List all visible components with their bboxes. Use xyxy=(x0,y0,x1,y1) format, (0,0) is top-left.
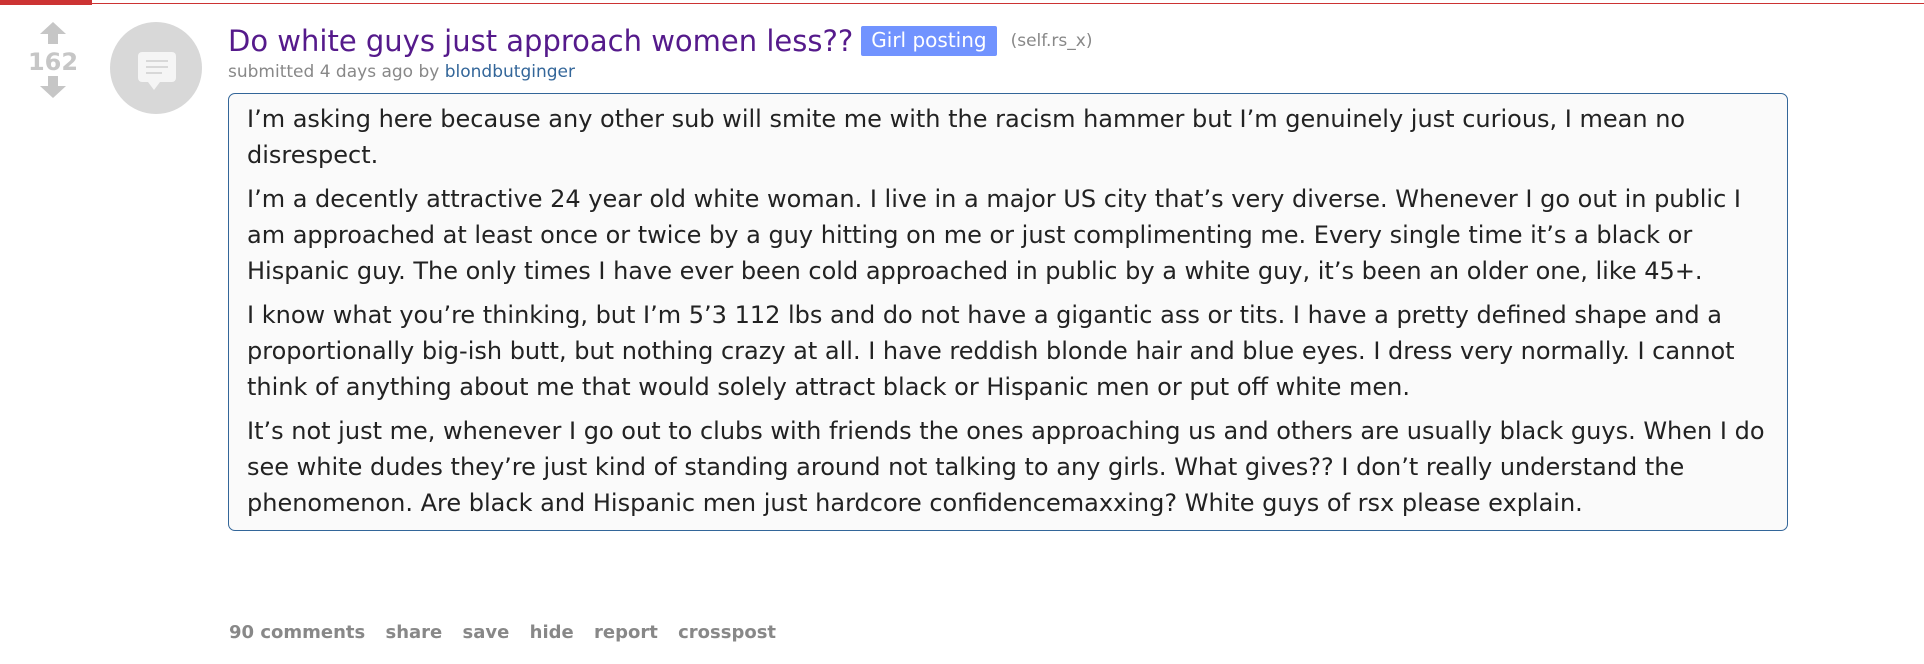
author-link[interactable]: blondbutginger xyxy=(445,62,575,82)
post-actions: 90 comments share save hide report cross… xyxy=(229,622,790,643)
crosspost-button[interactable]: crosspost xyxy=(678,622,776,643)
submitted-label: submitted xyxy=(228,62,320,82)
post: 162 Do white guys just approach women le… xyxy=(0,0,1924,664)
downvote-arrow-icon[interactable] xyxy=(40,76,66,98)
post-time: 4 days ago xyxy=(319,62,414,82)
body-paragraph: It’s not just me, whenever I go out to c… xyxy=(247,417,1765,517)
body-paragraph: I’m asking here because any other sub wi… xyxy=(247,105,1686,169)
post-body: I’m asking here because any other sub wi… xyxy=(228,93,1788,531)
post-domain[interactable]: (self.rs_x) xyxy=(1011,31,1093,51)
self-post-thumbnail[interactable] xyxy=(110,22,202,114)
post-title[interactable]: Do white guys just approach women less?? xyxy=(228,24,853,58)
vote-box: 162 xyxy=(24,22,82,98)
comments-link[interactable]: 90 comments xyxy=(229,622,365,643)
link-flair[interactable]: Girl posting xyxy=(861,26,997,56)
report-button[interactable]: report xyxy=(594,622,658,643)
body-paragraph: I know what you’re thinking, but I’m 5’3… xyxy=(247,301,1735,401)
share-button[interactable]: share xyxy=(386,622,443,643)
by-label: by xyxy=(413,62,445,82)
tagline: submitted 4 days ago by blondbutginger xyxy=(228,62,575,82)
hide-button[interactable]: hide xyxy=(530,622,574,643)
body-paragraph: I’m a decently attractive 24 year old wh… xyxy=(247,185,1741,285)
title-row: Do white guys just approach women less??… xyxy=(228,24,1092,58)
self-post-icon xyxy=(138,52,176,90)
score: 162 xyxy=(27,48,79,76)
upvote-arrow-icon[interactable] xyxy=(40,22,66,44)
save-button[interactable]: save xyxy=(463,622,510,643)
